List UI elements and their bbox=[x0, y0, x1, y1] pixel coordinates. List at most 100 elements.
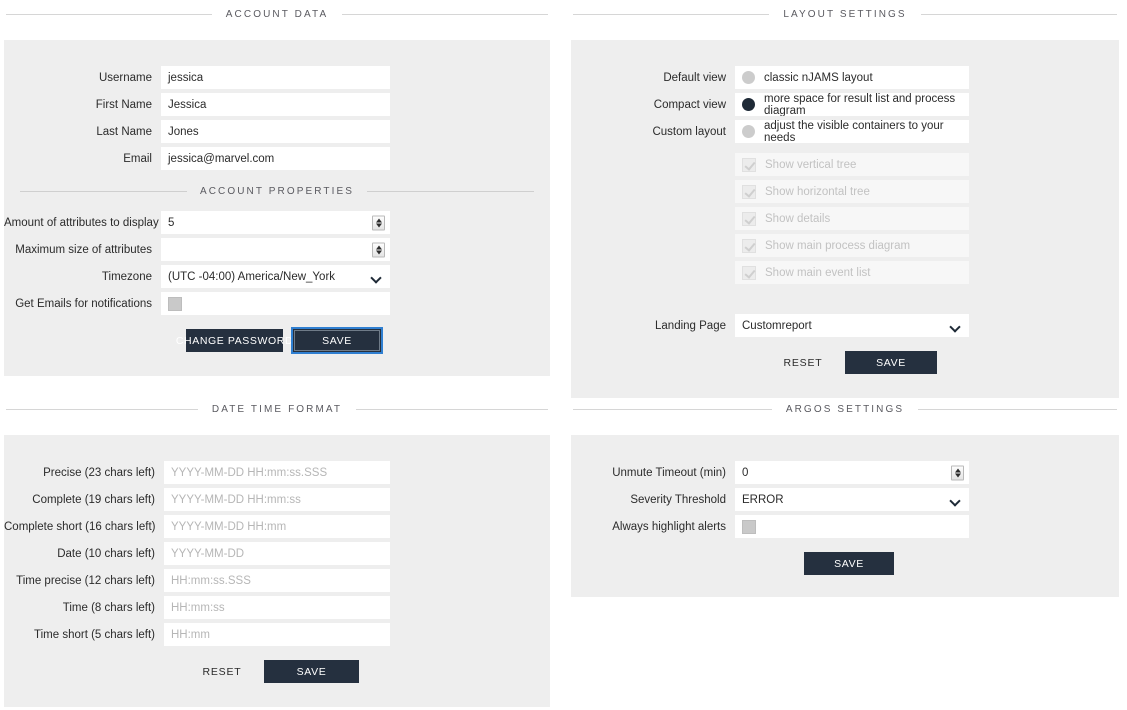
amount-attributes-label: Amount of attributes to display bbox=[4, 216, 159, 229]
chevron-down-icon[interactable] bbox=[951, 323, 960, 329]
rule-right bbox=[367, 191, 534, 192]
date-time-reset-button[interactable]: RESET bbox=[190, 660, 254, 683]
complete-short-input[interactable]: YYYY-MM-DD HH:mm bbox=[164, 515, 390, 538]
time-input[interactable]: HH:mm:ss bbox=[164, 596, 390, 619]
landing-page-select[interactable]: Customreport bbox=[735, 314, 969, 337]
date-time-save-button[interactable]: SAVE bbox=[264, 660, 359, 683]
layout-save-button[interactable]: SAVE bbox=[845, 351, 937, 374]
custom-layout-description: adjust the visible containers to your ne… bbox=[764, 120, 944, 143]
date-input[interactable]: YYYY-MM-DD bbox=[164, 542, 390, 565]
spinner-up-arrow-icon[interactable] bbox=[954, 468, 961, 472]
complete-row: Complete (19 chars left) YYYY-MM-DD HH:m… bbox=[4, 488, 550, 511]
precise-input[interactable]: YYYY-MM-DD HH:mm:ss.SSS bbox=[164, 461, 390, 484]
timezone-value: (UTC -04:00) America/New_York bbox=[168, 270, 336, 283]
complete-input[interactable]: YYYY-MM-DD HH:mm:ss bbox=[164, 488, 390, 511]
spinner-down-arrow-icon[interactable] bbox=[954, 473, 961, 477]
show-main-process-diagram-checkbox-cell: Show main process diagram bbox=[735, 234, 969, 257]
email-label: Email bbox=[123, 152, 152, 165]
custom-layout-option[interactable]: adjust the visible containers to your ne… bbox=[735, 120, 969, 143]
unmute-timeout-label: Unmute Timeout (min) bbox=[612, 466, 726, 479]
severity-threshold-row: Severity Threshold ERROR bbox=[571, 488, 1119, 511]
first-name-label: First Name bbox=[95, 98, 152, 111]
spinner-down-arrow-icon[interactable] bbox=[375, 250, 382, 254]
chevron-down-icon[interactable] bbox=[951, 497, 960, 503]
rule-left bbox=[6, 13, 212, 15]
spinner-down-arrow-icon[interactable] bbox=[375, 223, 382, 227]
time-short-input[interactable]: HH:mm bbox=[164, 623, 390, 646]
unmute-timeout-stepper[interactable]: 0 bbox=[735, 461, 969, 484]
spinner-icon[interactable] bbox=[372, 215, 385, 230]
custom-layout-label: Custom layout bbox=[652, 125, 726, 138]
amount-attributes-row: Amount of attributes to display 5 bbox=[4, 211, 550, 234]
date-time-format-fields: Precise (23 chars left) YYYY-MM-DD HH:mm… bbox=[4, 461, 550, 683]
account-data-panel: Username jessica First Name Jessica Last… bbox=[4, 40, 550, 376]
max-size-attributes-stepper[interactable] bbox=[161, 238, 390, 261]
show-details-row: Show details bbox=[571, 207, 1119, 230]
account-save-button[interactable]: SAVE bbox=[291, 327, 383, 354]
default-view-radio-icon[interactable] bbox=[742, 71, 755, 84]
compact-view-radio-icon[interactable] bbox=[742, 98, 755, 111]
amount-attributes-value: 5 bbox=[168, 216, 175, 229]
rule-left bbox=[573, 408, 772, 410]
layout-settings-quadrant: Layout Settings Default view classic nJA… bbox=[571, 0, 1119, 398]
default-view-option[interactable]: classic nJAMS layout bbox=[735, 66, 969, 89]
username-label: Username bbox=[98, 71, 152, 84]
account-properties-fields: Amount of attributes to display 5 Maximu… bbox=[4, 211, 550, 354]
timezone-row: Timezone (UTC -04:00) America/New_York bbox=[4, 265, 550, 288]
argos-settings-quadrant: Argos Settings Unmute Timeout (min) 0 bbox=[571, 395, 1119, 597]
email-input[interactable]: jessica@marvel.com bbox=[161, 147, 390, 170]
unmute-timeout-row: Unmute Timeout (min) 0 bbox=[571, 461, 1119, 484]
account-data-section-title: Account Data bbox=[4, 0, 550, 28]
severity-threshold-select[interactable]: ERROR bbox=[735, 488, 969, 511]
time-short-label: Time short (5 chars left) bbox=[34, 628, 155, 641]
date-label: Date (10 chars left) bbox=[57, 547, 155, 560]
chevron-down-icon[interactable] bbox=[372, 274, 381, 280]
always-highlight-checkbox-cell[interactable] bbox=[735, 515, 969, 538]
change-password-button[interactable]: CHANGE PASSWORD bbox=[176, 329, 293, 352]
get-emails-label: Get Emails for notifications bbox=[15, 297, 152, 310]
show-main-event-list-label: Show main event list bbox=[765, 266, 871, 279]
spinner-icon[interactable] bbox=[951, 465, 964, 480]
layout-settings-title-text: Layout Settings bbox=[783, 8, 907, 20]
settings-page: Account Data Username jessica First Name… bbox=[0, 0, 1127, 710]
account-buttons-row: CHANGE PASSWORD SAVE bbox=[176, 327, 550, 354]
amount-attributes-stepper[interactable]: 5 bbox=[161, 211, 390, 234]
show-vertical-tree-checkbox bbox=[742, 157, 756, 172]
show-main-process-diagram-checkbox bbox=[742, 238, 756, 253]
argos-settings-section-title: Argos Settings bbox=[571, 395, 1119, 423]
compact-view-option[interactable]: more space for result list and process d… bbox=[735, 93, 969, 116]
argos-save-button[interactable]: SAVE bbox=[804, 552, 894, 575]
get-emails-row: Get Emails for notifications bbox=[4, 292, 550, 315]
get-emails-checkbox-cell[interactable] bbox=[161, 292, 390, 315]
username-input[interactable]: jessica bbox=[161, 66, 390, 89]
landing-page-row: Landing Page Customreport bbox=[571, 314, 1119, 337]
show-vertical-tree-checkbox-cell: Show vertical tree bbox=[735, 153, 969, 176]
layout-reset-button[interactable]: RESET bbox=[771, 351, 835, 374]
date-row: Date (10 chars left) YYYY-MM-DD bbox=[4, 542, 550, 565]
layout-settings-section-title: Layout Settings bbox=[571, 0, 1119, 28]
always-highlight-checkbox[interactable] bbox=[742, 519, 756, 534]
default-view-row: Default view classic nJAMS layout bbox=[571, 66, 1119, 89]
show-details-label: Show details bbox=[765, 212, 831, 225]
spinner-up-arrow-icon[interactable] bbox=[375, 245, 382, 249]
show-details-checkbox-cell: Show details bbox=[735, 207, 969, 230]
date-time-format-section-title: Date Time Format bbox=[4, 395, 550, 423]
first-name-input[interactable]: Jessica bbox=[161, 93, 390, 116]
time-precise-label: Time precise (12 chars left) bbox=[16, 574, 155, 587]
rule-right bbox=[342, 13, 548, 15]
custom-layout-radio-icon[interactable] bbox=[742, 125, 755, 138]
time-precise-input[interactable]: HH:mm:ss.SSS bbox=[164, 569, 390, 592]
username-row: Username jessica bbox=[4, 66, 550, 89]
timezone-select[interactable]: (UTC -04:00) America/New_York bbox=[161, 265, 390, 288]
spinner-up-arrow-icon[interactable] bbox=[375, 218, 382, 222]
custom-layout-row: Custom layout adjust the visible contain… bbox=[571, 120, 1119, 143]
layout-settings-panel: Default view classic nJAMS layout Compac… bbox=[571, 40, 1119, 398]
get-emails-checkbox[interactable] bbox=[168, 296, 182, 311]
argos-settings-fields: Unmute Timeout (min) 0 Severity Threshol… bbox=[571, 461, 1119, 575]
compact-view-label: Compact view bbox=[653, 98, 726, 111]
last-name-input[interactable]: Jones bbox=[161, 120, 390, 143]
spinner-icon[interactable] bbox=[372, 242, 385, 257]
date-time-format-panel: Precise (23 chars left) YYYY-MM-DD HH:mm… bbox=[4, 435, 550, 707]
last-name-label: Last Name bbox=[96, 125, 152, 138]
